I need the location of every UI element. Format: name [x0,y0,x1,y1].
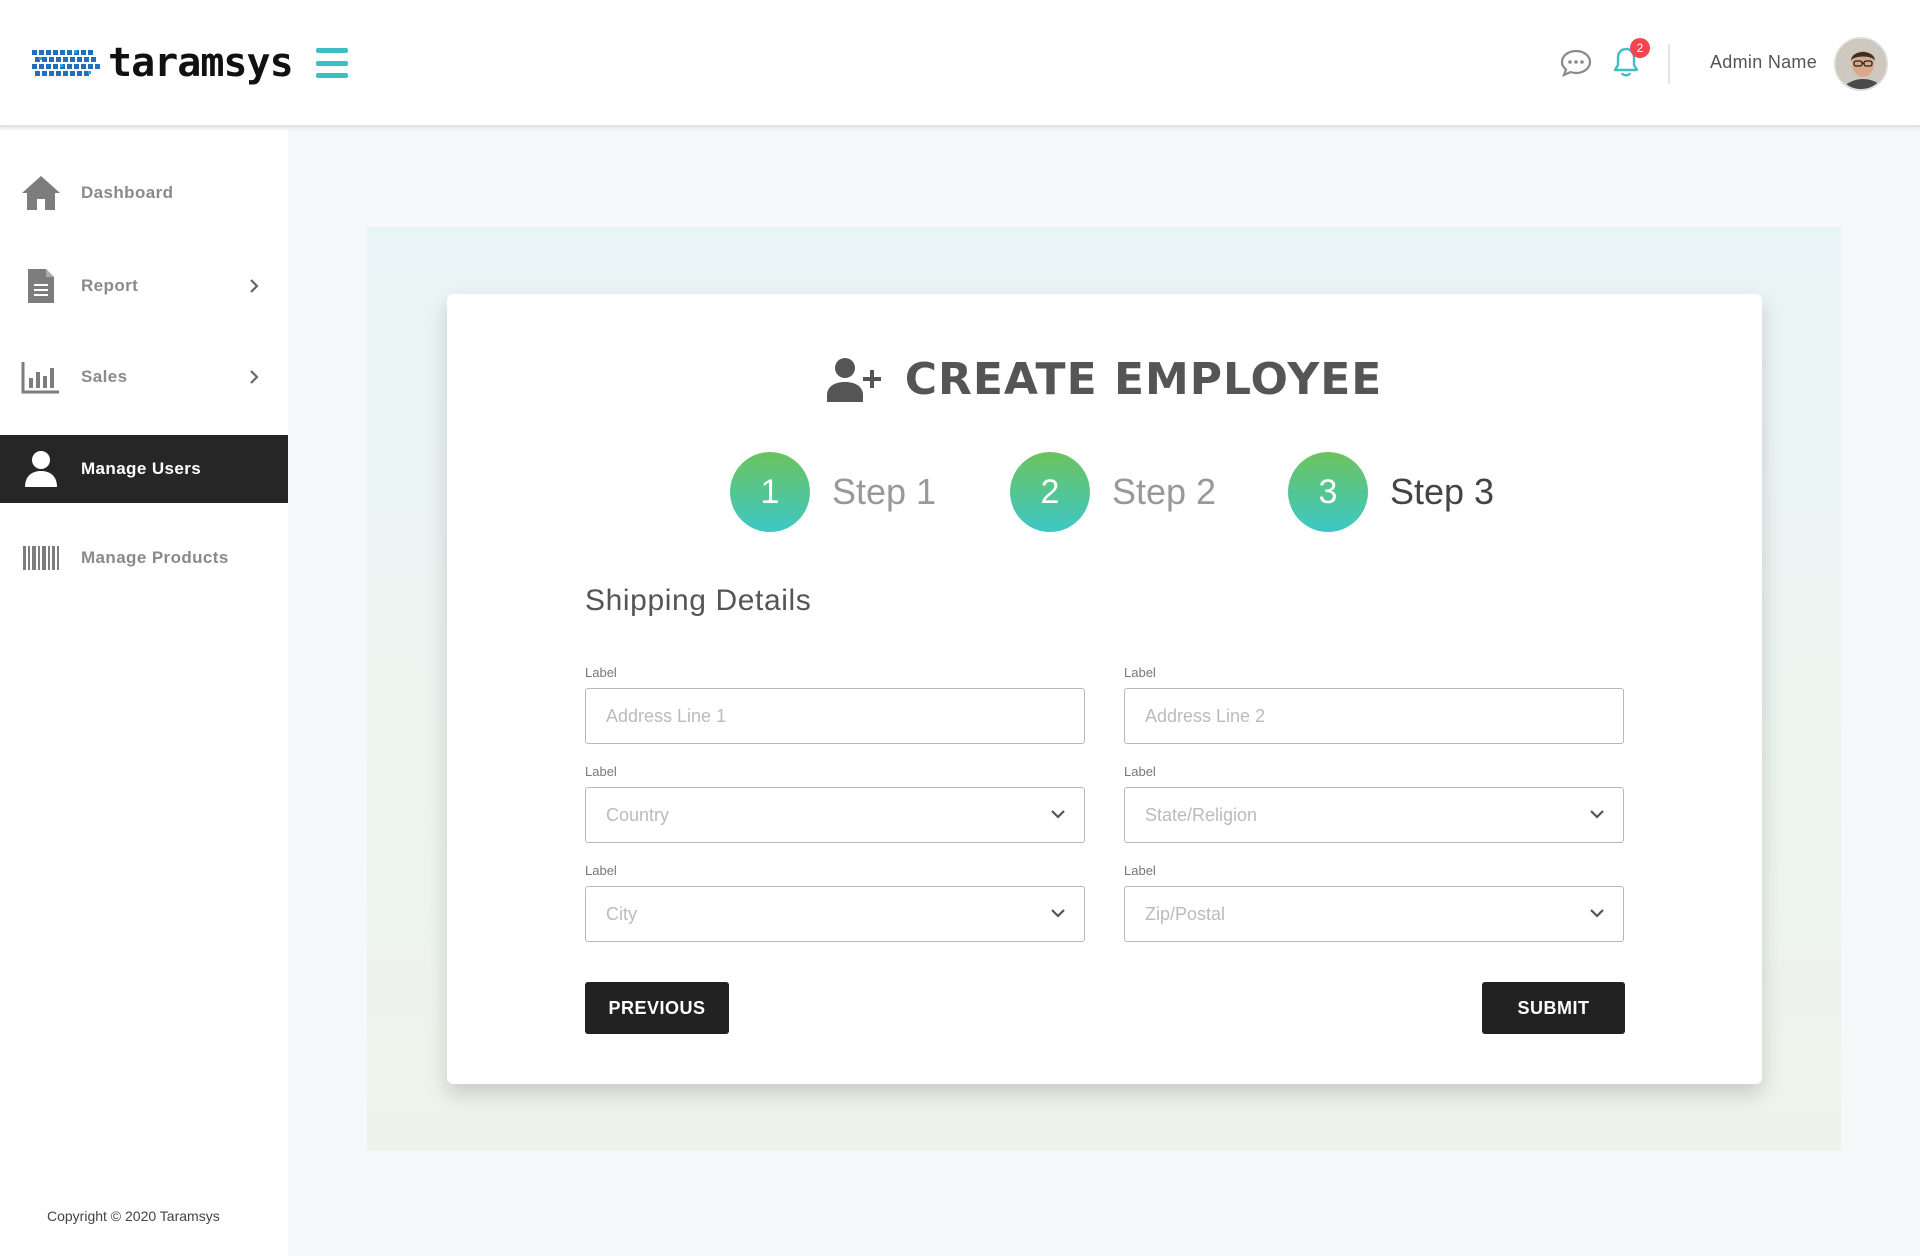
sidebar-item-sales[interactable]: Sales [0,343,288,411]
step-1[interactable]: 1 Step 1 [730,452,936,532]
city-select[interactable]: City [585,886,1085,942]
chevron-down-icon [1590,810,1604,819]
copyright-text: Copyright © 2020 Taramsys [47,1208,220,1224]
avatar[interactable] [1834,37,1888,91]
barcode-icon [20,537,62,579]
step-label: Step 1 [832,471,937,512]
sidebar-item-report[interactable]: Report [0,252,288,320]
section-title: Shipping Details [585,584,812,617]
notification-count-badge: 2 [1630,38,1650,58]
sidebar-item-label: Manage Products [81,548,229,567]
field-label: Label [585,665,617,680]
home-icon [20,172,62,214]
sidebar: Dashboard Report Sales Manage Users Mana… [0,129,288,1256]
step-number: 2 [1010,452,1090,532]
zip-field: Label Zip/Postal [1124,863,1624,942]
address-line-2-input[interactable]: Address Line 2 [1124,688,1624,744]
logo-mark-icon [32,50,100,76]
step-number: 1 [730,452,810,532]
create-employee-card: CREATE EMPLOYEE 1 Step 1 2 Step 2 3 Step… [447,294,1762,1084]
step-number: 3 [1288,452,1368,532]
field-label: Label [1124,764,1156,779]
previous-button[interactable]: PREVIOUS [585,982,729,1034]
state-field: Label State/Religion [1124,764,1624,843]
sidebar-item-label: Sales [81,367,128,386]
sidebar-item-label: Manage Users [81,459,202,478]
field-label: Label [585,863,617,878]
city-field: Label City [585,863,1085,942]
country-field: Label Country [585,764,1085,843]
hamburger-line [316,73,348,78]
select-placeholder: City [606,903,637,924]
hamburger-icon [316,48,348,53]
field-label: Label [1124,665,1156,680]
step-label: Step 2 [1112,471,1217,512]
add-user-icon [826,357,881,402]
address-line-1-input[interactable]: Address Line 1 [585,688,1085,744]
chevron-down-icon [1051,810,1065,819]
hamburger-line [316,60,348,66]
chevron-down-icon [1590,909,1604,918]
address-line-1-field: Label Address Line 1 [585,665,1085,744]
sidebar-item-manage-users[interactable]: Manage Users [0,435,288,503]
sidebar-item-dashboard[interactable]: Dashboard [0,159,288,227]
step-2[interactable]: 2 Step 2 [1010,452,1216,532]
submit-button[interactable]: SUBMIT [1482,982,1625,1034]
step-label: Step 3 [1390,471,1495,512]
field-label: Label [585,764,617,779]
menu-toggle-button[interactable] [316,48,348,78]
top-header: taramsys 2 Admin Name [0,0,1920,127]
zip-select[interactable]: Zip/Postal [1124,886,1624,942]
page-title: CREATE EMPLOYEE [447,354,1762,405]
state-select[interactable]: State/Religion [1124,787,1624,843]
bar-chart-icon [20,356,62,398]
brand-logo[interactable]: taramsys [32,40,294,86]
chat-icon[interactable] [1560,48,1592,78]
select-placeholder: State/Religion [1145,804,1258,825]
document-icon [20,265,62,307]
select-placeholder: Zip/Postal [1145,903,1226,924]
sidebar-item-manage-products[interactable]: Manage Products [0,524,288,592]
address-line-2-field: Label Address Line 2 [1124,665,1624,744]
input-placeholder: Address Line 1 [606,705,727,726]
header-divider [1668,44,1670,84]
chevron-right-icon [250,370,259,384]
country-select[interactable]: Country [585,787,1085,843]
brand-name: taramsys [108,40,294,86]
user-icon [20,448,62,490]
step-3[interactable]: 3 Step 3 [1288,452,1494,532]
chevron-down-icon [1051,909,1065,918]
page-title-text: CREATE EMPLOYEE [904,354,1383,405]
input-placeholder: Address Line 2 [1145,705,1266,726]
admin-name[interactable]: Admin Name [1710,52,1817,73]
sidebar-item-label: Report [81,276,139,295]
avatar-image [1836,39,1886,89]
notifications-button[interactable]: 2 [1612,38,1650,80]
sidebar-item-label: Dashboard [81,183,174,202]
select-placeholder: Country [606,804,670,825]
field-label: Label [1124,863,1156,878]
chevron-right-icon [250,279,259,293]
